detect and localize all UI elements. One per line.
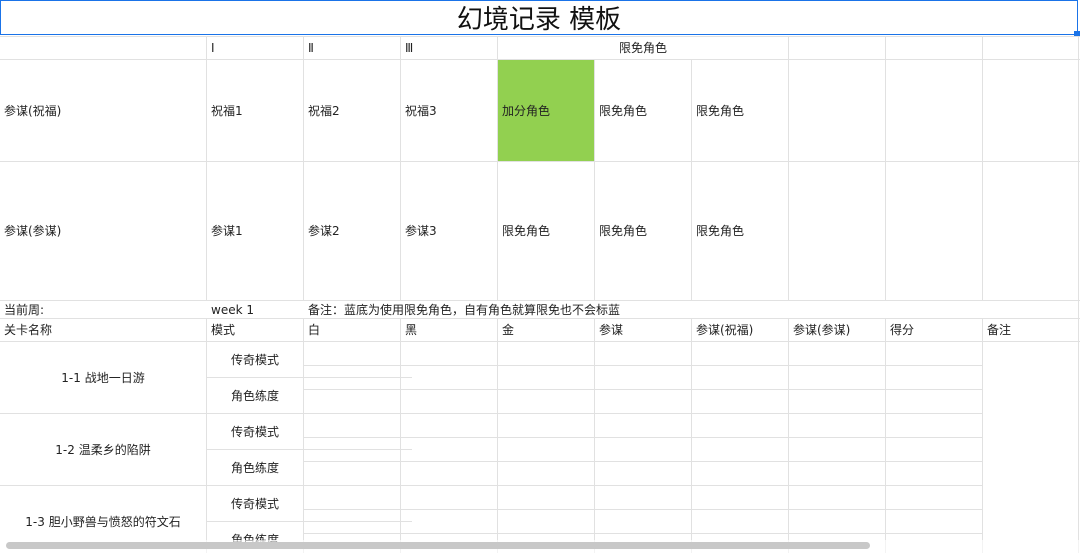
data-cell[interactable]: 限免角色: [595, 60, 691, 161]
header-cell[interactable]: Ⅱ: [304, 37, 400, 59]
data-cell[interactable]: 祝福2: [304, 60, 400, 161]
grid-line: [497, 318, 498, 553]
data-cell[interactable]: 限免角色: [692, 60, 788, 161]
week-value: week 1: [211, 302, 254, 317]
column-header[interactable]: 备注: [983, 319, 1078, 341]
grid-line: [982, 36, 983, 300]
column-header[interactable]: 白: [304, 319, 400, 341]
mode-text: 传奇模式: [230, 496, 279, 511]
mode-cell[interactable]: 传奇模式: [207, 486, 303, 521]
grid-line: [303, 533, 983, 534]
cell-text: 祝福3: [405, 103, 437, 118]
week-value-cell[interactable]: week 1: [207, 301, 303, 318]
grid-line: [303, 365, 983, 366]
note-text: 备注：蓝底为使用限免角色，自有角色就算限免也不会标蓝: [308, 302, 621, 317]
column-header[interactable]: 黑: [401, 319, 497, 341]
grid-line: [303, 389, 983, 390]
cell-text: 限免角色: [696, 224, 745, 238]
column-header-text: 白: [308, 323, 321, 337]
row-label-strategist: 参谋(参谋): [4, 224, 62, 238]
row-label-blessing: 参谋(祝福): [4, 103, 62, 118]
horizontal-scrollbar[interactable]: [6, 542, 870, 549]
grid-line: [885, 36, 886, 300]
grid-line: [400, 318, 401, 553]
grid-line: [1078, 36, 1079, 553]
stage-name-cell[interactable]: 1-1 战地一日游: [0, 342, 206, 413]
cell-text: 参谋1: [211, 224, 243, 238]
mode-text: 传奇模式: [230, 424, 279, 439]
column-header[interactable]: 参谋(祝福): [692, 319, 788, 341]
column-header-text: 黑: [405, 323, 418, 337]
grid-line: [788, 36, 789, 300]
data-cell[interactable]: 参谋2: [304, 162, 400, 300]
grid-line: [303, 318, 304, 553]
stage-name: 1-1 战地一日游: [61, 370, 145, 385]
grid-line: [594, 318, 595, 553]
mode-cell[interactable]: 传奇模式: [207, 414, 303, 449]
cell-text: 限免角色: [696, 103, 745, 118]
highlighted-cell[interactable]: 加分角色: [498, 60, 594, 161]
column-header[interactable]: 模式: [207, 319, 303, 341]
column-header-text: 关卡名称: [4, 323, 53, 337]
header-free-roles: 限免角色: [618, 41, 667, 55]
week-label-cell[interactable]: 当前周:: [0, 301, 206, 318]
week-label: 当前周:: [4, 302, 45, 317]
grid-line: [303, 461, 983, 462]
column-header-text: 得分: [890, 323, 915, 337]
header-cell[interactable]: Ⅰ: [207, 37, 303, 59]
cell-text: 限免角色: [502, 224, 551, 238]
data-cell[interactable]: 限免角色: [498, 162, 594, 300]
grid-line: [982, 318, 983, 553]
spreadsheet-grid: Ⅰ Ⅱ Ⅲ 限免角色 参谋(祝福) 祝福1 祝福2 祝福3 加分角色 限免角色 …: [0, 36, 1080, 553]
column-header[interactable]: 参谋(参谋): [789, 319, 885, 341]
data-cell[interactable]: 祝福1: [207, 60, 303, 161]
cell-text: 加分角色: [502, 103, 551, 118]
data-cell[interactable]: 限免角色: [692, 162, 788, 300]
column-header[interactable]: 金: [498, 319, 594, 341]
data-cell[interactable]: 限免角色: [595, 162, 691, 300]
grid-line: [303, 437, 983, 438]
cell-text: 限免角色: [599, 103, 648, 118]
stage-name: 1-2 温柔乡的陷阱: [55, 442, 151, 457]
column-header-text: 参谋: [599, 323, 624, 337]
column-header-text: 参谋(祝福): [696, 323, 754, 337]
column-header-text: 模式: [211, 323, 236, 337]
mode-text: 角色练度: [230, 388, 279, 403]
data-cell[interactable]: 参谋3: [401, 162, 497, 300]
column-header-text: 参谋(参谋): [793, 323, 851, 337]
column-header[interactable]: 得分: [886, 319, 982, 341]
header-roman-2: Ⅱ: [308, 41, 314, 55]
column-header-text: 备注: [987, 323, 1012, 337]
sheet-title: 幻境记录 模板: [456, 5, 622, 35]
header-cell[interactable]: Ⅲ: [401, 37, 497, 59]
grid-line: [691, 318, 692, 553]
column-header[interactable]: 关卡名称: [0, 319, 206, 341]
mode-cell[interactable]: 角色练度: [207, 378, 303, 413]
column-header-text: 金: [502, 323, 515, 337]
data-cell[interactable]: 祝福3: [401, 60, 497, 161]
cell-text: 祝福1: [211, 103, 243, 118]
row-label-cell[interactable]: 参谋(祝福): [0, 60, 206, 161]
mode-text: 角色练度: [230, 460, 279, 475]
grid-line: [788, 318, 789, 553]
cell-text: 参谋2: [308, 224, 340, 238]
grid-line: [303, 509, 983, 510]
cell-text: 参谋3: [405, 224, 437, 238]
mode-cell[interactable]: 传奇模式: [207, 342, 303, 377]
data-cell[interactable]: 参谋1: [207, 162, 303, 300]
header-roman-3: Ⅲ: [405, 41, 414, 55]
sheet-title-cell[interactable]: 幻境记录 模板: [0, 0, 1078, 35]
header-roman-1: Ⅰ: [211, 41, 215, 55]
column-header[interactable]: 参谋: [595, 319, 691, 341]
mode-cell[interactable]: 角色练度: [207, 450, 303, 485]
grid-line: [885, 318, 886, 553]
mode-text: 传奇模式: [230, 352, 279, 367]
stage-name: 1-3 胆小野兽与愤怒的符文石: [25, 514, 181, 529]
cell-text: 祝福2: [308, 103, 340, 118]
stage-name-cell[interactable]: 1-2 温柔乡的陷阱: [0, 414, 206, 485]
row-label-cell[interactable]: 参谋(参谋): [0, 162, 206, 300]
header-free-roles-cell[interactable]: 限免角色: [498, 37, 788, 59]
note-cell[interactable]: 备注：蓝底为使用限免角色，自有角色就算限免也不会标蓝: [304, 301, 984, 318]
cell-text: 限免角色: [599, 224, 648, 238]
